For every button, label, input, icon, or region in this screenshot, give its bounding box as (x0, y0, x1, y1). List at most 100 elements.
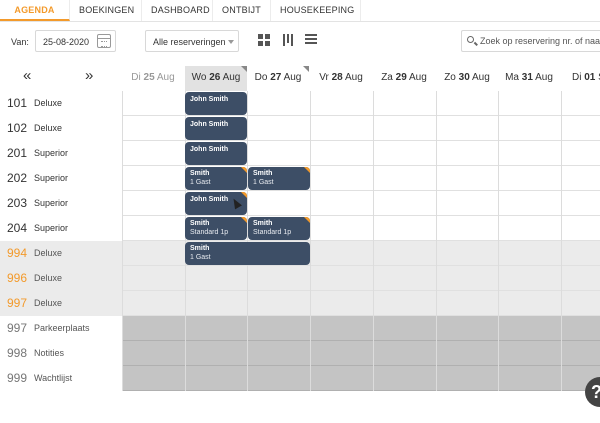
day-of-week: Di (131, 72, 141, 83)
grid-line (247, 91, 248, 391)
booking-guest: Smith (190, 245, 210, 252)
day-header[interactable]: Do 27 Aug (247, 66, 309, 91)
month: Aug (283, 72, 302, 83)
room-number: 204 (7, 221, 28, 235)
previous-period-button[interactable]: « (23, 68, 31, 84)
booking-flag (304, 217, 310, 223)
month: Aug (222, 72, 241, 83)
booking-block[interactable]: Smith 1 Gast (185, 167, 247, 190)
month: Aug (156, 72, 175, 83)
day-header[interactable]: Di 01 S (561, 66, 600, 91)
day-header[interactable]: Za 29 Aug (373, 66, 435, 91)
room-type: Superior (34, 223, 69, 233)
main-tabs: AGENDA BOEKINGEN DASHBOARD ONTBIJT HOUSE… (0, 0, 600, 22)
search-icon (467, 36, 474, 43)
extra-row: 997 Parkeerplaats (0, 316, 600, 341)
grid-line (498, 91, 499, 391)
day-header[interactable]: Vr 28 Aug (310, 66, 372, 91)
tab-agenda[interactable]: AGENDA (0, 0, 70, 21)
room-row: 102 Deluxe (0, 116, 600, 141)
booking-block[interactable]: Smith Standard 1p (248, 217, 310, 240)
grid-view-icon[interactable] (258, 34, 271, 46)
room-row: 101 Deluxe (0, 91, 600, 116)
day-of-week: Ma (505, 72, 519, 83)
room-number: 996 (7, 271, 28, 285)
grid-line (310, 91, 311, 391)
booking-block[interactable]: John Smith (185, 92, 247, 115)
booking-block[interactable]: Smith Standard 1p (185, 217, 247, 240)
booking-guest: John Smith (190, 146, 229, 153)
day-of-week: Vr (319, 72, 329, 83)
month: Aug (472, 72, 490, 83)
tab-dashboard[interactable]: DASHBOARD (142, 0, 213, 21)
date-from-label: Van: (11, 37, 29, 47)
day-header[interactable]: Di 25 Aug (122, 66, 184, 91)
list-view-icon[interactable] (305, 34, 318, 46)
toolbar: Van: 25-08-2020 Alle reserveringen (0, 26, 600, 58)
booking-block[interactable]: Smith 1 Gast (185, 242, 310, 265)
reservation-filter-select[interactable]: Alle reserveringen (145, 30, 239, 52)
room-row: 203 Superior (0, 191, 600, 216)
date-value: 25-08-2020 (43, 37, 90, 47)
day-number: 25 (143, 72, 155, 83)
booking-flag (241, 192, 247, 198)
day-number: 31 (521, 72, 533, 83)
grid-line (373, 91, 374, 391)
room-number: 999 (7, 371, 28, 385)
room-number: 997 (7, 296, 28, 310)
room-number: 201 (7, 146, 28, 160)
booking-guest: John Smith (190, 121, 229, 128)
booking-detail: 1 Gast (253, 179, 274, 186)
month: Aug (409, 72, 427, 83)
day-of-week: Wo (191, 72, 207, 83)
day-of-week: Do (254, 72, 268, 83)
room-type: Deluxe (34, 298, 63, 308)
booking-guest: Smith (253, 170, 273, 177)
booking-block[interactable]: Smith 1 Gast (248, 167, 310, 190)
booking-guest: John Smith (190, 96, 229, 103)
date-field[interactable]: 25-08-2020 (35, 30, 116, 52)
search-input[interactable] (480, 34, 600, 48)
virtual-room-row: 996 Deluxe (0, 266, 600, 291)
month: Aug (344, 72, 363, 83)
day-header[interactable]: Ma 31 Aug (498, 66, 560, 91)
month: Aug (535, 72, 553, 83)
tab-ontbijt[interactable]: ONTBIJT (213, 0, 271, 21)
day-number: 26 (209, 72, 221, 83)
booking-block[interactable]: John Smith (185, 117, 247, 140)
room-number: 101 (7, 96, 28, 110)
tab-housekeeping[interactable]: HOUSEKEEPING (271, 0, 361, 21)
day-of-week: Di (572, 72, 582, 83)
calendar-icon[interactable] (97, 34, 111, 48)
day-number: 30 (458, 72, 470, 83)
virtual-room-row: 997 Deluxe (0, 291, 600, 316)
corner-marker (303, 66, 309, 72)
room-type: Deluxe (34, 273, 63, 283)
booking-block[interactable]: John Smith (185, 142, 247, 165)
room-type: Deluxe (34, 98, 63, 108)
search-field[interactable] (461, 30, 600, 52)
grid-line (561, 91, 562, 391)
booking-detail: 1 Gast (190, 179, 211, 186)
day-number: 29 (395, 72, 407, 83)
extra-row: 999 Wachtlijst (0, 366, 600, 391)
day-number: 27 (270, 72, 282, 83)
room-number: 994 (7, 246, 28, 260)
room-type: Wachtlijst (34, 373, 73, 383)
filter-value: Alle reserveringen (153, 37, 226, 47)
grid-line (122, 91, 123, 391)
chevron-down-icon (228, 40, 234, 44)
day-of-week: Zo (444, 72, 456, 83)
next-period-button[interactable]: » (85, 68, 93, 84)
day-number: 28 (331, 72, 343, 83)
booking-guest: Smith (253, 220, 273, 227)
columns-view-icon[interactable] (283, 34, 296, 46)
day-header-today[interactable]: Wo 26 Aug (185, 66, 247, 91)
day-header[interactable]: Zo 30 Aug (436, 66, 498, 91)
room-type: Parkeerplaats (34, 323, 90, 333)
booking-flag (241, 217, 247, 223)
booking-guest: Smith (190, 220, 210, 227)
tab-boekingen[interactable]: BOEKINGEN (70, 0, 142, 21)
room-type: Deluxe (34, 248, 63, 258)
room-number: 102 (7, 121, 28, 135)
